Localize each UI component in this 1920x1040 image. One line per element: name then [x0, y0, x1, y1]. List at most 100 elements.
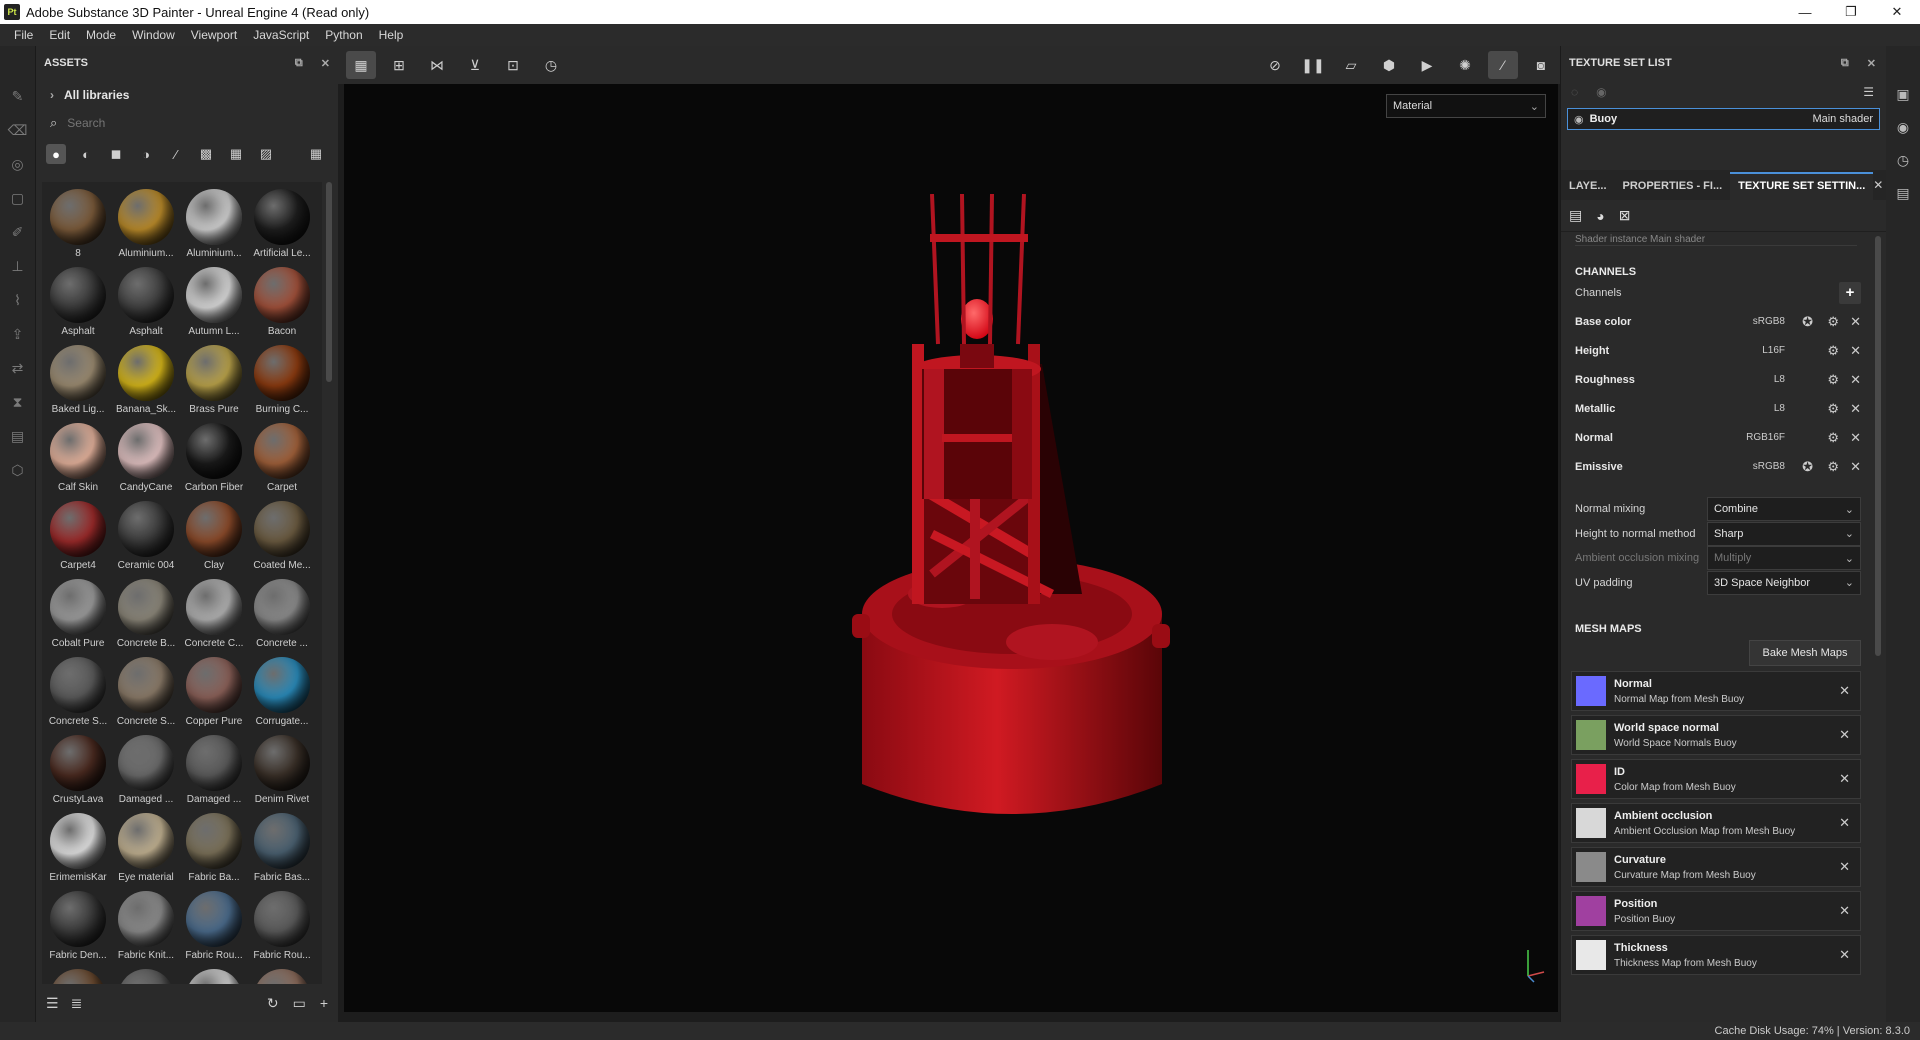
material-tile[interactable]: Carbon Fiber [180, 420, 248, 498]
frame-icon[interactable]: ⊡ [498, 51, 528, 79]
log-icon[interactable]: ▤ [1896, 185, 1909, 202]
display-mode-dropdown[interactable]: Material ⌄ [1386, 94, 1546, 118]
remove-channel-icon[interactable]: ✕ [1850, 372, 1861, 388]
mesh-map-item[interactable]: Normal Normal Map from Mesh Buoy ✕ [1571, 671, 1861, 711]
menu-file[interactable]: File [6, 28, 41, 42]
color-profile-icon[interactable]: ✪ [1802, 459, 1813, 475]
camera-icon[interactable]: ▶ [1412, 51, 1442, 79]
screenshot-icon[interactable]: ◙ [1526, 51, 1556, 79]
material-tile[interactable]: Ceramic 004 [112, 498, 180, 576]
material-tile[interactable]: Aluminium... [112, 186, 180, 264]
material-tile[interactable]: 8 [44, 186, 112, 264]
filter-smart-materials-icon[interactable]: ◐ [76, 144, 96, 164]
popout-icon[interactable]: ⧉ [295, 57, 303, 70]
document-icon[interactable]: ▤ [8, 426, 28, 446]
uv-icon[interactable]: ⊠ [1619, 207, 1631, 224]
material-tile[interactable]: Damaged ... [112, 732, 180, 810]
material-tile[interactable] [180, 966, 248, 984]
setting-dropdown[interactable]: Multiply ⌄ [1707, 546, 1861, 571]
remove-channel-icon[interactable]: ✕ [1850, 343, 1861, 359]
assets-scrollbar[interactable] [326, 182, 332, 382]
add-asset-icon[interactable]: + [320, 995, 328, 1012]
material-tile[interactable]: Fabric Bas... [248, 810, 316, 888]
material-tile[interactable]: Bacon [248, 264, 316, 342]
material-tile[interactable]: Carpet4 [44, 498, 112, 576]
gear-icon[interactable]: ⚙ [1827, 343, 1839, 359]
folder-icon[interactable]: ▭ [293, 995, 306, 1012]
material-tile[interactable]: Concrete S... [112, 654, 180, 732]
channel-format-dropdown[interactable]: RGB16F [1746, 432, 1785, 443]
material-tile[interactable]: Artificial Le... [248, 186, 316, 264]
clone-tool-icon[interactable]: ⊥ [8, 256, 28, 276]
material-tile[interactable]: Coated Me... [248, 498, 316, 576]
tab-properties[interactable]: PROPERTIES - FI... [1615, 180, 1731, 200]
material-tile[interactable]: Denim Rivet [248, 732, 316, 810]
material-tile[interactable]: Brass Pure [180, 342, 248, 420]
menu-mode[interactable]: Mode [78, 28, 124, 42]
material-tile[interactable]: ErimemisKar [44, 810, 112, 888]
gear-icon[interactable]: ⚙ [1827, 401, 1839, 417]
grid-view-icon[interactable]: ▦ [306, 144, 326, 164]
texture-set-icon[interactable]: ▤ [1569, 207, 1582, 224]
symmetry-icon[interactable]: ⋈ [422, 51, 452, 79]
texture-set-shader[interactable]: Main shader [1812, 113, 1873, 125]
menu-javascript[interactable]: JavaScript [245, 28, 317, 42]
material-tile[interactable]: Fabric Rou... [248, 888, 316, 966]
list-view-icon[interactable]: ≣ [71, 995, 83, 1012]
material-tile[interactable]: Fabric Ba... [180, 810, 248, 888]
material-tile[interactable]: Asphalt [112, 264, 180, 342]
material-tile[interactable]: CandyCane [112, 420, 180, 498]
hide-all-icon[interactable]: ◌ [1571, 85, 1578, 99]
mesh-map-item[interactable]: Curvature Curvature Map from Mesh Buoy ✕ [1571, 847, 1861, 887]
material-tile[interactable]: Fabric Den... [44, 888, 112, 966]
setting-dropdown[interactable]: Combine ⌄ [1707, 497, 1861, 522]
paint-mode-icon[interactable]: ⁄ [1488, 51, 1518, 79]
close-window-button[interactable]: ✕ [1874, 0, 1920, 24]
minimize-button[interactable]: — [1782, 0, 1828, 24]
filter-brushes-icon[interactable]: ⁄ [166, 144, 186, 164]
menu-viewport[interactable]: Viewport [183, 28, 245, 42]
viewport-3d[interactable]: Material ⌄ [344, 84, 1558, 1012]
library-selector[interactable]: › All libraries [36, 80, 338, 110]
material-tile[interactable]: Concrete ... [248, 576, 316, 654]
gear-icon[interactable]: ⚙ [1827, 430, 1839, 446]
eraser-tool-icon[interactable]: ⌫ [8, 120, 28, 140]
geometry-mask-tool-icon[interactable]: ▢ [8, 188, 28, 208]
restore-button[interactable]: ❐ [1828, 0, 1874, 24]
menu-edit[interactable]: Edit [41, 28, 78, 42]
gear-icon[interactable]: ⚙ [1827, 372, 1839, 388]
align-icon[interactable]: ⊻ [460, 51, 490, 79]
filter-environments-icon[interactable]: ▨ [256, 144, 276, 164]
material-tile[interactable]: Concrete C... [180, 576, 248, 654]
uv-tiles-icon[interactable]: ▦ [346, 51, 376, 79]
sort-icon[interactable]: ☰ [46, 995, 59, 1012]
setting-dropdown[interactable]: 3D Space Neighbor ⌄ [1707, 570, 1861, 595]
material-tile[interactable]: Asphalt [44, 264, 112, 342]
material-tile[interactable]: Fabric Knit... [112, 888, 180, 966]
material-tile[interactable]: Cobalt Pure [44, 576, 112, 654]
filter-textures-icon[interactable]: ▦ [226, 144, 246, 164]
remove-mesh-map-icon[interactable]: ✕ [1839, 683, 1850, 699]
material-tile[interactable]: Fabric Rou... [180, 888, 248, 966]
projection-tool-icon[interactable]: ◎ [8, 154, 28, 174]
bake-icon[interactable]: ⇄ [8, 358, 28, 378]
refresh-icon[interactable]: ↻ [267, 995, 279, 1012]
mesh-map-item[interactable]: Ambient occlusion Ambient Occlusion Map f… [1571, 803, 1861, 843]
filter-materials-icon[interactable]: ● [46, 144, 66, 164]
hourglass-icon[interactable]: ⧗ [8, 392, 28, 412]
remove-mesh-map-icon[interactable]: ✕ [1839, 947, 1850, 963]
remove-channel-icon[interactable]: ✕ [1850, 459, 1861, 475]
material-tile[interactable] [248, 966, 316, 984]
lighting-icon[interactable]: ✺ [1450, 51, 1480, 79]
channel-format-dropdown[interactable]: sRGB8 [1753, 316, 1785, 327]
search-input[interactable] [67, 116, 298, 130]
channel-format-dropdown[interactable]: sRGB8 [1753, 461, 1785, 472]
material-tile[interactable] [112, 966, 180, 984]
remove-channel-icon[interactable]: ✕ [1850, 401, 1861, 417]
filter-masks-icon[interactable]: ◼ [106, 144, 126, 164]
history-icon[interactable]: ◷ [536, 51, 566, 79]
material-tile[interactable]: Damaged ... [180, 732, 248, 810]
setting-dropdown[interactable]: Sharp ⌄ [1707, 521, 1861, 546]
remove-mesh-map-icon[interactable]: ✕ [1839, 815, 1850, 831]
filter-smart-masks-icon[interactable]: ◑ [136, 144, 156, 164]
